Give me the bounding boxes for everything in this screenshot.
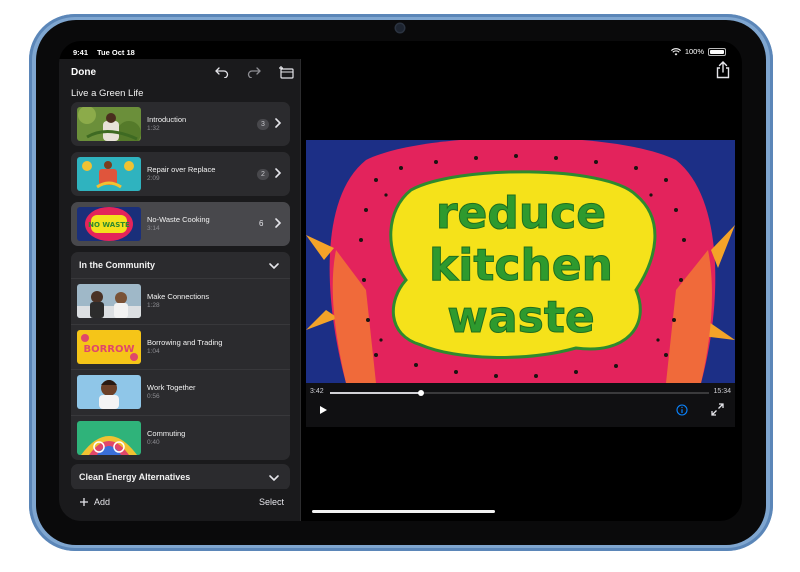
clip-title: Borrowing and Trading xyxy=(147,337,223,347)
clip-introduction[interactable]: Introduction 1:32 3 xyxy=(71,102,290,146)
add-button[interactable]: Add xyxy=(79,497,110,507)
clip-thumbnail xyxy=(77,107,141,141)
thumb-text: BORROW xyxy=(83,344,134,355)
add-label: Add xyxy=(94,497,111,507)
clip-duration: 1:32 xyxy=(147,125,160,132)
video-preview[interactable]: reduce kitchen waste xyxy=(306,140,735,383)
list-item-borrowing-and-trading[interactable]: BORROW Borrowing and Trading 1:04 xyxy=(71,323,290,370)
chevron-right-icon xyxy=(275,168,282,178)
redo-icon[interactable] xyxy=(244,62,264,82)
clip-no-waste-cooking[interactable]: NO WASTE No-Waste Cooking 3:14 6 xyxy=(71,202,290,246)
home-indicator xyxy=(312,510,495,513)
clip-thumbnail: BORROW xyxy=(77,329,141,364)
battery-icon xyxy=(708,47,726,56)
scrubber-handle[interactable] xyxy=(417,390,424,396)
sidebar-footer: Add Select xyxy=(59,489,300,521)
share-icon[interactable] xyxy=(715,61,731,79)
clip-title: Repair over Replace xyxy=(147,165,216,174)
video-title-line1: reduce xyxy=(436,188,606,239)
clip-thumbnail: NO WASTE xyxy=(77,207,141,241)
clip-title: No-Waste Cooking xyxy=(147,215,210,224)
section-title: Clean Energy Alternatives xyxy=(79,472,191,482)
status-bar: 9:41 Tue Oct 18 100% xyxy=(59,41,742,59)
section-in-the-community: In the Community Make Connections 1:28 B… xyxy=(71,252,290,460)
status-time: 9:41 xyxy=(73,48,89,57)
clip-thumbnail xyxy=(77,284,141,318)
video-title-line2: kitchen xyxy=(429,240,613,291)
clip-repair-over-replace[interactable]: Repair over Replace 2:09 2 xyxy=(71,152,290,196)
sidebar: Done Live a Green Life Introduction 1:32… xyxy=(59,59,300,521)
plus-icon xyxy=(80,498,88,506)
time-elapsed: 3:42 xyxy=(310,388,324,395)
video-frame: reduce kitchen waste xyxy=(306,140,735,383)
time-total: 15:34 xyxy=(713,388,731,395)
clip-duration: 2:09 xyxy=(147,175,160,182)
clip-thumbnail xyxy=(77,157,141,191)
chevron-right-icon xyxy=(275,218,282,228)
section-title: In the Community xyxy=(79,260,155,270)
front-camera xyxy=(396,24,404,32)
thumb-text: NO WASTE xyxy=(88,221,130,229)
project-title: Live a Green Life xyxy=(71,88,144,99)
section-clean-energy-alternatives: Clean Energy Alternatives xyxy=(71,464,290,490)
video-title-line3: waste xyxy=(447,292,594,343)
clip-thumbnail xyxy=(77,420,141,455)
list-item-work-together[interactable]: Work Together 0:56 xyxy=(71,369,290,415)
clip-duration: 1:04 xyxy=(147,347,160,355)
done-button[interactable]: Done xyxy=(71,67,96,78)
section-header[interactable]: In the Community xyxy=(71,252,290,278)
clip-duration: 0:40 xyxy=(147,438,160,446)
panel-divider xyxy=(300,59,301,521)
add-media-icon[interactable] xyxy=(276,62,296,82)
screen: 9:41 Tue Oct 18 100% Done Live a Green L… xyxy=(59,41,742,521)
section-header[interactable]: Clean Energy Alternatives xyxy=(71,464,290,490)
chevron-right-icon xyxy=(275,118,282,128)
clip-thumbnail xyxy=(77,375,141,409)
chevron-down-icon xyxy=(269,263,279,270)
clip-count: 6 xyxy=(259,219,264,228)
clip-duration: 3:14 xyxy=(147,225,160,232)
playback-controls: 3:42 15:34 xyxy=(306,383,735,427)
status-right: 100% xyxy=(670,47,726,56)
list-item-commuting[interactable]: Commuting 0:40 xyxy=(71,414,290,461)
clip-duration: 1:28 xyxy=(147,302,160,309)
clip-count-badge: 2 xyxy=(257,169,269,180)
battery-percent: 100% xyxy=(684,47,704,56)
clip-title: Commuting xyxy=(147,428,186,438)
clip-title: Introduction xyxy=(147,115,187,124)
wifi-icon xyxy=(670,47,681,55)
list-item-make-connections[interactable]: Make Connections 1:28 xyxy=(71,278,290,324)
select-button[interactable]: Select xyxy=(259,497,284,507)
clip-title: Make Connections xyxy=(147,292,210,301)
chevron-down-icon xyxy=(269,475,279,482)
expand-icon[interactable] xyxy=(711,403,724,416)
info-icon[interactable] xyxy=(676,404,688,416)
scrubber-track[interactable] xyxy=(330,390,709,396)
clip-title: Work Together xyxy=(147,383,196,392)
clip-duration: 0:56 xyxy=(147,393,160,400)
undo-icon[interactable] xyxy=(212,62,232,82)
scrubber-progress xyxy=(330,392,421,394)
play-icon[interactable] xyxy=(318,405,328,415)
clip-count-badge: 3 xyxy=(257,119,269,130)
edit-toolbar xyxy=(212,62,296,82)
status-date: Tue Oct 18 xyxy=(97,48,135,57)
